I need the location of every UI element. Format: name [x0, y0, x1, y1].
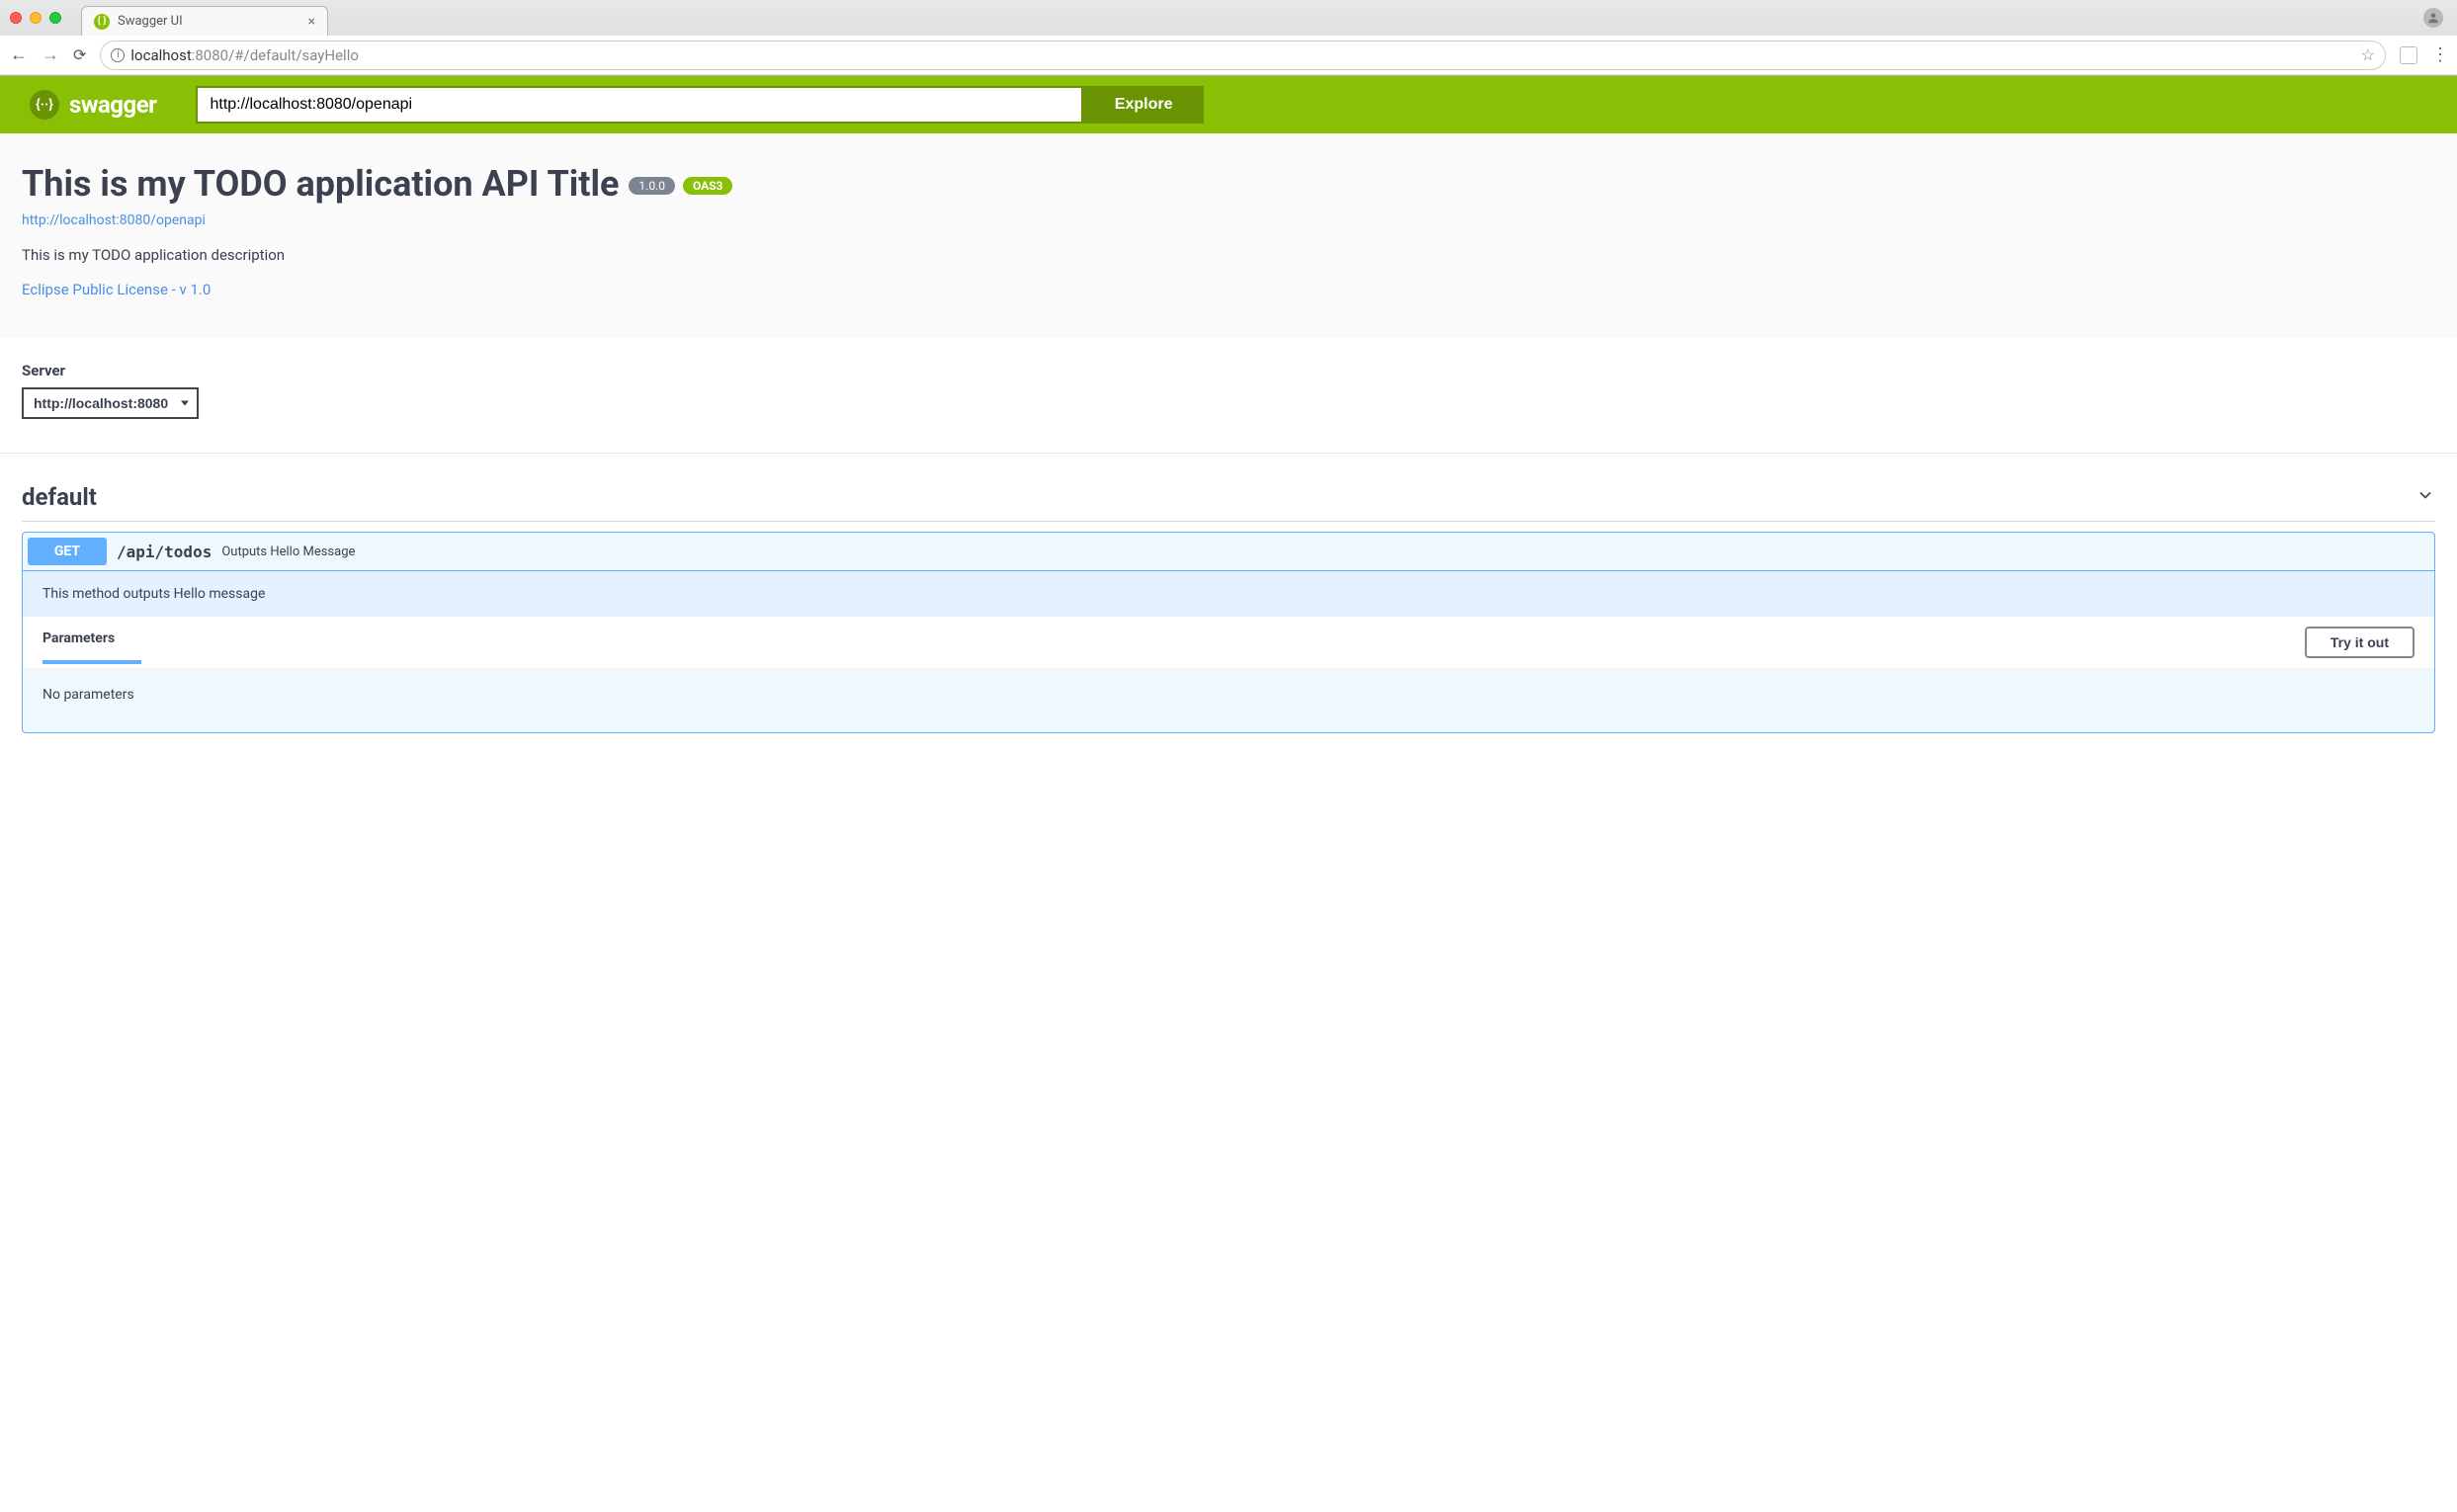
no-parameters-text: No parameters — [23, 669, 2434, 732]
operation-path: /api/todos — [117, 543, 212, 561]
try-it-out-button[interactable]: Try it out — [2305, 627, 2415, 658]
base-url-link[interactable]: http://localhost:8080/openapi — [22, 212, 2435, 228]
address-bar-text: localhost:8080/#/default/sayHello — [130, 46, 359, 64]
reload-button[interactable]: ⟳ — [73, 45, 86, 64]
explore-button[interactable]: Explore — [1083, 86, 1205, 124]
parameters-title: Parameters — [42, 630, 115, 654]
swagger-topbar: {··} swagger Explore — [0, 76, 2457, 133]
site-info-icon[interactable]: i — [111, 48, 125, 62]
profile-icon[interactable] — [2423, 8, 2443, 28]
operation-summary-text: Outputs Hello Message — [221, 545, 355, 559]
tag-name: default — [22, 483, 97, 511]
close-window-button[interactable] — [10, 12, 22, 24]
url-host: localhost — [130, 46, 191, 64]
url-port: :8080 — [192, 46, 228, 64]
extension-icon[interactable] — [2400, 46, 2417, 64]
minimize-window-button[interactable] — [30, 12, 42, 24]
server-section: Server http://localhost:8080 — [0, 338, 2457, 443]
api-description: This is my TODO application description — [22, 246, 2435, 264]
license-link[interactable]: Eclipse Public License - v 1.0 — [22, 281, 211, 298]
server-label: Server — [22, 362, 2435, 379]
address-bar[interactable]: i localhost:8080/#/default/sayHello ☆ — [100, 41, 2386, 70]
swagger-logo[interactable]: {··} swagger — [30, 90, 156, 120]
version-badge: 1.0.0 — [629, 177, 675, 195]
server-select[interactable]: http://localhost:8080 — [22, 387, 199, 419]
close-tab-button[interactable]: × — [308, 14, 315, 30]
swagger-logo-icon: {··} — [30, 90, 59, 120]
operation-summary[interactable]: GET /api/todos Outputs Hello Message — [23, 533, 2434, 570]
swagger-logo-text: swagger — [69, 91, 156, 119]
back-button[interactable]: ← — [10, 44, 28, 65]
operation-description: This method outputs Hello message — [23, 571, 2434, 617]
api-info-section: This is my TODO application API Title 1.… — [0, 133, 2457, 338]
tag-header[interactable]: default — [22, 473, 2435, 522]
oas-badge: OAS3 — [683, 177, 733, 195]
api-title: This is my TODO application API Title — [22, 163, 619, 205]
maximize-window-button[interactable] — [49, 12, 61, 24]
browser-menu-button[interactable]: ⋮ — [2431, 44, 2447, 65]
parameters-header: Parameters Try it out — [23, 617, 2434, 669]
traffic-lights — [10, 12, 61, 24]
forward-button[interactable]: → — [42, 44, 59, 65]
spec-url-input[interactable] — [196, 86, 1082, 124]
window-chrome: { } Swagger UI × ← → ⟳ i localhost:8080/… — [0, 0, 2457, 76]
tag-section: default GET /api/todos Outputs Hello Mes… — [0, 453, 2457, 733]
chevron-down-icon — [2415, 485, 2435, 510]
tab-title: Swagger UI — [118, 14, 300, 29]
bookmark-star-icon[interactable]: ☆ — [2361, 45, 2375, 64]
browser-tab[interactable]: { } Swagger UI × — [81, 6, 328, 36]
url-path: /#/default/sayHello — [228, 46, 359, 64]
operation-block: GET /api/todos Outputs Hello Message Thi… — [22, 532, 2435, 733]
http-method-badge: GET — [28, 538, 107, 565]
swagger-favicon-icon: { } — [94, 14, 110, 30]
